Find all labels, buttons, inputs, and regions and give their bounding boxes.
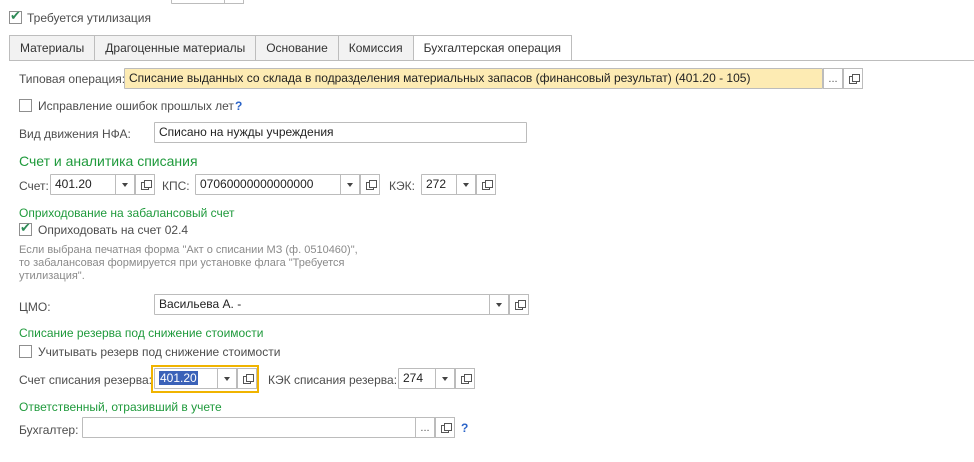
nfa-movement-field[interactable]: Списано на нужды учреждения [154, 122, 527, 143]
disposal-required-label: Требуется утилизация [27, 11, 151, 25]
open-icon [140, 180, 152, 190]
reserve-account-field[interactable]: 401.20 [154, 368, 218, 389]
tab-precious-materials[interactable]: Драгоценные материалы [94, 35, 256, 61]
account-dropdown-button[interactable] [115, 174, 135, 195]
open-icon [460, 374, 472, 384]
kek-dropdown-button[interactable] [456, 174, 476, 195]
accountant-field[interactable] [82, 417, 416, 438]
reserve-section-title: Списание резерва под снижение стоимости [19, 326, 264, 340]
reserve-account-value: 401.20 [159, 371, 198, 385]
cmo-dropdown-button[interactable] [489, 294, 509, 315]
reserve-kek-dropdown-button[interactable] [435, 368, 455, 389]
cmo-label: ЦМО: [19, 300, 51, 314]
tab-commission[interactable]: Комиссия [337, 35, 413, 61]
reserve-checkbox-label: Учитывать резерв под снижение стоимости [38, 345, 281, 359]
open-icon [848, 74, 860, 84]
open-icon [481, 180, 493, 190]
corrections-label: Исправление ошибок прошлых лет [38, 99, 234, 113]
reserve-account-open-button[interactable] [237, 368, 257, 389]
tab-bar: Материалы Драгоценные материалы Основани… [9, 35, 572, 61]
reserve-account-label: Счет списания резерва: [19, 373, 152, 387]
open-icon [514, 300, 526, 310]
corrections-help-icon[interactable]: ? [235, 99, 242, 113]
top-partial-field[interactable] [171, 0, 225, 4]
corrections-checkbox[interactable] [19, 99, 32, 112]
accountant-label: Бухгалтер: [19, 423, 79, 437]
offbalance-checkbox[interactable] [19, 221, 32, 236]
responsible-section-title: Ответственный, отразивший в учете [19, 400, 222, 414]
tab-materials[interactable]: Материалы [9, 35, 95, 61]
kps-label: КПС: [162, 179, 190, 193]
reserve-account-dropdown-button[interactable] [217, 368, 237, 389]
nfa-movement-label: Вид движения НФА: [19, 127, 131, 141]
cmo-field[interactable]: Васильева А. - [154, 294, 490, 315]
tab-accounting-operation[interactable]: Бухгалтерская операция [412, 35, 572, 61]
open-icon [365, 180, 377, 190]
account-open-button[interactable] [135, 174, 155, 195]
offbalance-note: Если выбрана печатная форма "Акт о списа… [19, 244, 358, 283]
accountant-open-button[interactable] [435, 417, 455, 438]
offbalance-note-line: утилизация". [19, 270, 85, 282]
operation-open-button[interactable] [843, 68, 863, 89]
tab-basis[interactable]: Основание [255, 35, 338, 61]
kps-open-button[interactable] [360, 174, 380, 195]
top-partial-button[interactable] [224, 0, 244, 4]
reserve-kek-field[interactable]: 274 [398, 368, 436, 389]
operation-field[interactable]: Списание выданных со склада в подразделе… [124, 68, 823, 89]
open-icon [242, 374, 254, 384]
cmo-open-button[interactable] [509, 294, 529, 315]
accountant-select-button[interactable]: ... [415, 417, 435, 438]
reserve-kek-open-button[interactable] [455, 368, 475, 389]
reserve-kek-label: КЭК списания резерва: [268, 373, 398, 387]
offbalance-note-line: Если выбрана печатная форма "Акт о списа… [19, 244, 358, 256]
operation-select-button[interactable]: ... [823, 68, 843, 89]
reserve-checkbox[interactable] [19, 345, 32, 358]
accountant-help-icon[interactable]: ? [461, 421, 468, 435]
kek-field[interactable]: 272 [421, 174, 457, 195]
offbalance-checkbox-label: Оприходовать на счет 02.4 [38, 223, 189, 237]
kps-dropdown-button[interactable] [340, 174, 360, 195]
kek-label: КЭК: [389, 179, 415, 193]
kps-field[interactable]: 07060000000000000 [195, 174, 341, 195]
tab-divider [9, 60, 974, 61]
kek-open-button[interactable] [476, 174, 496, 195]
account-label: Счет: [19, 179, 49, 193]
open-icon [440, 423, 452, 433]
account-field[interactable]: 401.20 [50, 174, 116, 195]
account-section-title: Счет и аналитика списания [19, 153, 198, 169]
offbalance-section-title: Оприходование на забалансовый счет [19, 206, 235, 220]
operation-label: Типовая операция: [19, 72, 126, 86]
offbalance-note-line: то забалансовая формируется при установк… [19, 257, 345, 269]
disposal-required-checkbox[interactable] [9, 9, 22, 24]
